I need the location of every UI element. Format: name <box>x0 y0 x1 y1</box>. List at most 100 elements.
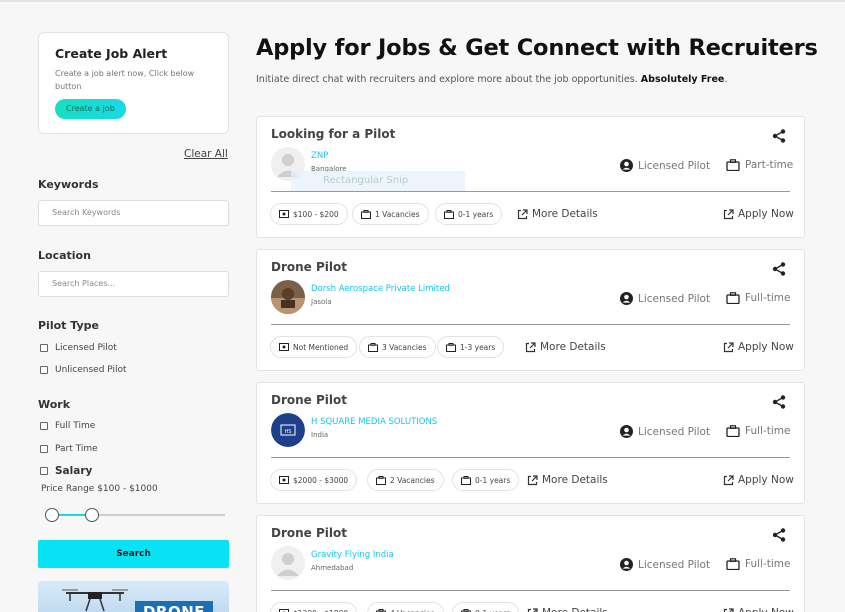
work-label: Work <box>38 398 71 411</box>
company-name[interactable]: H SQUARE MEDIA SOLUTIONS <box>311 417 437 427</box>
share-icon[interactable] <box>772 129 786 143</box>
briefcase-icon <box>461 608 471 612</box>
more-details-link[interactable]: More Details <box>527 607 608 612</box>
slider-min-thumb[interactable] <box>45 508 59 522</box>
apply-now-label: Apply Now <box>738 208 794 220</box>
external-link-icon <box>723 208 734 219</box>
job-location: India <box>311 431 329 439</box>
unlicensed-pilot-checkbox[interactable]: Unlicensed Pilot <box>40 365 127 375</box>
subtitle-bold: Absolutely Free <box>640 74 725 85</box>
pilot-type: Licensed Pilot <box>620 159 710 172</box>
more-details-label: More Details <box>540 341 606 353</box>
work-type: Full-time <box>726 425 790 437</box>
external-link-icon <box>527 607 538 612</box>
apply-now-label: Apply Now <box>738 474 794 486</box>
clear-all-link[interactable]: Clear All <box>184 148 228 160</box>
vacancies-value: 1 Vacancies <box>375 209 420 219</box>
pilot-type-label: Licensed Pilot <box>638 425 711 438</box>
money-icon <box>279 210 289 218</box>
share-icon[interactable] <box>772 528 786 542</box>
apply-now-link[interactable]: Apply Now <box>723 474 794 486</box>
vacancies-pill: 3 Vacancies <box>359 336 436 358</box>
apply-now-link[interactable]: Apply Now <box>723 607 794 612</box>
company-name[interactable]: Gravity Flying India <box>311 550 394 560</box>
briefcase-icon <box>444 209 454 219</box>
price-range-label: Price Range $100 - $1000 <box>41 484 158 494</box>
create-job-alert-card: Create Job Alert Create a job alert now,… <box>38 32 229 134</box>
more-details-link[interactable]: More Details <box>517 208 598 220</box>
banner-text: DRONE <box>134 601 213 612</box>
vacancies-pill: 2 Vacancies <box>367 469 444 491</box>
filter-sidebar: Create Job Alert Create a job alert now,… <box>38 32 230 612</box>
job-card[interactable]: Drone Pilot Dorsh Aerospace Private Limi… <box>256 249 805 371</box>
pilot-type-label: Licensed Pilot <box>638 292 711 305</box>
drone-banner[interactable]: DRONE <box>38 581 229 612</box>
briefcase-icon <box>726 425 740 437</box>
apply-now-link[interactable]: Apply Now <box>723 208 794 220</box>
money-icon <box>279 476 289 484</box>
company-photo <box>271 280 305 314</box>
checkbox-label: Unlicensed Pilot <box>55 365 127 375</box>
experience-value: 0-1 years <box>475 475 511 485</box>
briefcase-icon <box>726 292 740 304</box>
external-link-icon <box>517 208 528 219</box>
company-logo-icon: HS <box>271 413 305 447</box>
company-name[interactable]: Dorsh Aerospace Private Limited <box>311 284 450 294</box>
user-circle-icon <box>620 292 633 305</box>
subtitle-end: . <box>724 74 728 85</box>
checkbox[interactable] <box>40 344 48 352</box>
card-divider <box>271 457 790 458</box>
work-type-label: Full-time <box>745 425 791 437</box>
experience-pill: 0-1 years <box>452 469 520 491</box>
share-icon[interactable] <box>772 395 786 409</box>
salary-pill: $100 - $200 <box>270 203 348 225</box>
job-location: Ahmedabad <box>311 564 354 572</box>
experience-pill: 0-1 years <box>452 602 520 612</box>
salary-value: $1200 - $1800 <box>293 609 348 612</box>
company-name[interactable]: ZNP <box>311 151 328 161</box>
create-job-button[interactable]: Create a job <box>55 99 126 119</box>
pilot-type-label: Licensed Pilot <box>638 558 711 571</box>
location-input[interactable]: Search Places... <box>38 271 229 297</box>
more-details-link[interactable]: More Details <box>527 474 608 486</box>
salary-value: $100 - $200 <box>293 209 339 219</box>
briefcase-icon <box>376 475 386 485</box>
location-label: Location <box>38 249 91 262</box>
checkbox[interactable] <box>40 467 48 475</box>
checkbox[interactable] <box>40 445 48 453</box>
part-time-checkbox[interactable]: Part Time <box>40 444 98 454</box>
job-card[interactable]: Drone Pilot HS H SQUARE MEDIA SOLUTIONS … <box>256 382 805 504</box>
salary-label: Salary <box>55 465 93 477</box>
job-card[interactable]: Looking for a Pilot ZNP Bangalore Licens… <box>256 116 805 238</box>
rectangular-snip-overlay: Rectangular Snip <box>291 171 465 191</box>
search-button[interactable]: Search <box>38 540 229 568</box>
slider-max-thumb[interactable] <box>85 508 99 522</box>
vacancies-value: 3 Vacancies <box>382 342 427 352</box>
checkbox-label: Part Time <box>55 444 98 454</box>
job-title[interactable]: Drone Pilot <box>271 260 347 274</box>
licensed-pilot-checkbox[interactable]: Licensed Pilot <box>40 343 117 353</box>
keywords-input[interactable]: Search Keywords <box>38 200 229 226</box>
apply-now-link[interactable]: Apply Now <box>723 341 794 353</box>
alert-description: Create a job alert now, Click below butt… <box>55 69 195 91</box>
salary-checkbox[interactable]: Salary <box>40 465 92 477</box>
checkbox[interactable] <box>40 422 48 430</box>
job-title[interactable]: Drone Pilot <box>271 393 347 407</box>
alert-title: Create Job Alert <box>55 46 168 61</box>
briefcase-icon <box>461 475 471 485</box>
avatar-placeholder-icon <box>271 546 305 580</box>
vacancies-pill: 4 Vacancies <box>367 602 444 612</box>
job-title[interactable]: Looking for a Pilot <box>271 127 395 141</box>
share-icon[interactable] <box>772 262 786 276</box>
checkbox[interactable] <box>40 366 48 374</box>
user-circle-icon <box>620 159 633 172</box>
price-range-slider[interactable] <box>45 508 225 522</box>
job-title[interactable]: Drone Pilot <box>271 526 347 540</box>
job-location: Jasola <box>311 298 332 306</box>
vacancies-value: 4 Vacancies <box>390 609 435 612</box>
job-card[interactable]: Drone Pilot Gravity Flying India Ahmedab… <box>256 515 805 612</box>
salary-value: Not Mentioned <box>293 342 349 352</box>
full-time-checkbox[interactable]: Full Time <box>40 421 95 431</box>
more-details-link[interactable]: More Details <box>525 341 606 353</box>
salary-pill: $1200 - $1800 <box>270 602 358 612</box>
